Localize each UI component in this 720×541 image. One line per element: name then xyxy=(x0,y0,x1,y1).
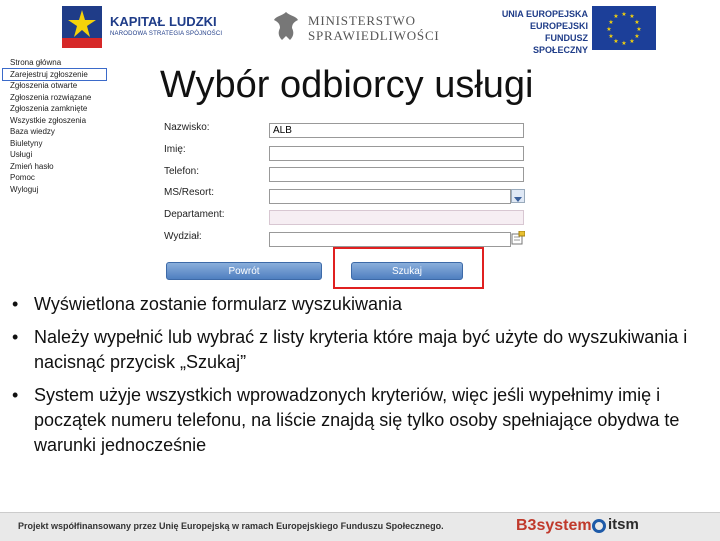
ministry-dropdown-button[interactable] xyxy=(511,189,525,203)
sidebar-item-services[interactable]: Usługi xyxy=(10,149,110,161)
phone-label: Telefon: xyxy=(164,166,200,177)
svg-text:★: ★ xyxy=(636,26,641,33)
sidebar-item-resolved-tickets[interactable]: Zgłoszenia rozwiązane xyxy=(10,92,110,104)
sidebar-item-knowledge-base[interactable]: Baza wiedzy xyxy=(10,126,110,138)
list-item: • Należy wypełnić lub wybrać z listy kryt… xyxy=(12,325,712,375)
instruction-list: • Wyświetlona zostanie formularz wyszukiw… xyxy=(12,292,712,466)
sidebar-item-bulletins[interactable]: Biuletyny xyxy=(10,138,110,150)
b3system-logo: B3system xyxy=(516,517,592,534)
sidebar-item-logout[interactable]: Wyloguj xyxy=(10,184,110,196)
itsm-logo-icon xyxy=(592,519,606,533)
ministry-name-line2: SPRAWIEDLIWOŚCI xyxy=(308,28,440,43)
department-label: Departament: xyxy=(164,209,225,220)
sidebar-item-register-ticket[interactable]: Zarejestruj zgłoszenie xyxy=(2,67,107,81)
name-label: Imię: xyxy=(164,144,186,155)
department-input xyxy=(269,210,524,225)
svg-text:★: ★ xyxy=(629,38,634,45)
svg-text:★: ★ xyxy=(613,13,618,20)
svg-text:★: ★ xyxy=(608,19,613,26)
header-banner: KAPITAŁ LUDZKI NARODOWA STRATEGIA SPÓJNO… xyxy=(0,0,720,56)
phone-input[interactable] xyxy=(269,167,524,182)
svg-text:★: ★ xyxy=(613,38,618,45)
name-input[interactable] xyxy=(269,146,524,161)
ministry-select[interactable] xyxy=(269,189,511,204)
svg-text:★: ★ xyxy=(608,33,613,40)
chevron-down-icon xyxy=(514,197,522,202)
bullet-text: Wyświetlona zostanie formularz wyszukiwa… xyxy=(34,294,402,314)
svg-text:★: ★ xyxy=(634,19,639,26)
sidebar-item-closed-tickets[interactable]: Zgłoszenia zamknięte xyxy=(10,103,110,115)
bullet-icon: • xyxy=(12,385,19,405)
division-input[interactable] xyxy=(269,232,511,247)
sidebar-item-help[interactable]: Pomoc xyxy=(10,172,110,184)
bullet-icon: • xyxy=(12,294,19,314)
kapital-ludzki-logo-icon xyxy=(62,6,102,48)
bullet-text: System użyje wszystkich wprowadzonych kr… xyxy=(34,385,680,455)
polish-eagle-icon xyxy=(274,12,298,40)
svg-text:★: ★ xyxy=(621,11,626,18)
svg-text:★: ★ xyxy=(621,40,626,47)
sidebar-item-all-tickets[interactable]: Wszystkie zgłoszenia xyxy=(10,115,110,127)
ministry-label: MS/Resort: xyxy=(164,187,215,198)
surname-input[interactable]: ALB xyxy=(269,123,524,138)
eu-text-line3: FUNDUSZ SPOŁECZNY xyxy=(532,33,588,55)
sidebar-item-change-password[interactable]: Zmień hasło xyxy=(10,161,110,173)
search-button-highlight xyxy=(333,247,484,289)
ministry-name-line1: MINISTERSTWO xyxy=(308,13,416,28)
eu-text: UNIA EUROPEJSKA EUROPEJSKI FUNDUSZ SPOŁE… xyxy=(496,8,588,56)
page-title: Wybór odbiorcy usługi xyxy=(160,64,534,106)
list-item: • System użyje wszystkich wprowadzonych k… xyxy=(12,383,712,458)
bullet-icon: • xyxy=(12,327,19,347)
division-label: Wydział: xyxy=(164,231,202,242)
svg-text:★: ★ xyxy=(634,33,639,40)
back-button[interactable]: Powrót xyxy=(166,262,322,280)
list-item: • Wyświetlona zostanie formularz wyszukiw… xyxy=(12,292,712,317)
footer-text: Projekt współfinansowany przez Unię Euro… xyxy=(18,521,444,531)
svg-text:★: ★ xyxy=(606,26,611,33)
eu-text-line1: UNIA EUROPEJSKA xyxy=(501,9,588,19)
sidebar-item-home[interactable]: Strona główna xyxy=(10,57,110,69)
eu-flag-icon: ★ ★★ ★★★ ★★★ ★★★ xyxy=(592,6,656,50)
sidebar-menu: Strona główna Zarejestruj zgłoszenie Zgł… xyxy=(2,57,110,196)
footer: Projekt współfinansowany przez Unię Euro… xyxy=(0,512,720,541)
sidebar-item-open-tickets[interactable]: Zgłoszenia otwarte xyxy=(10,80,110,92)
itsm-logo: itsm xyxy=(608,516,639,533)
eu-text-line2: EUROPEJSKI xyxy=(529,21,588,31)
bullet-text: Należy wypełnić lub wybrać z listy kryte… xyxy=(34,327,688,372)
kapital-ludzki-title: KAPITAŁ LUDZKI xyxy=(110,14,217,29)
kapital-ludzki-subtitle: NARODOWA STRATEGIA SPÓJNOŚCI xyxy=(110,31,223,37)
lookup-icon[interactable] xyxy=(511,231,525,245)
surname-label: Nazwisko: xyxy=(164,122,210,133)
